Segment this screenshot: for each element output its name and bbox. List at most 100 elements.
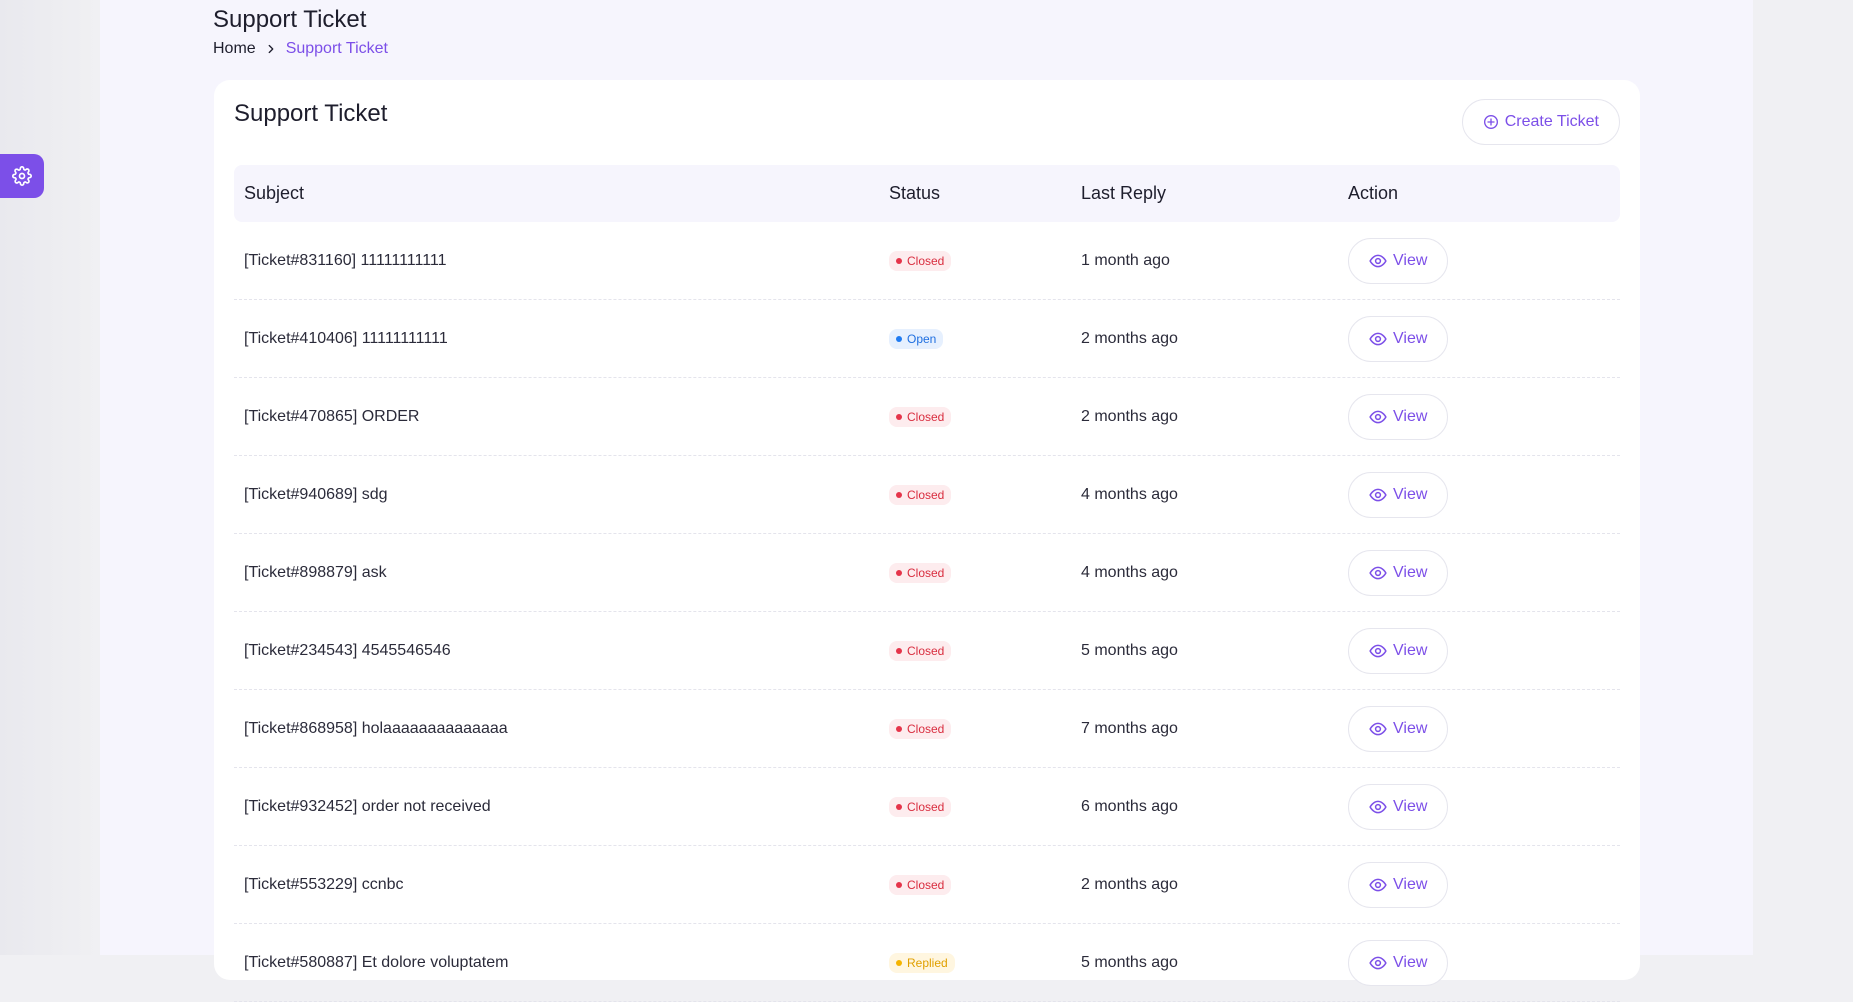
eye-icon: [1369, 798, 1387, 816]
card-title: Support Ticket: [234, 100, 388, 127]
ticket-subject: [Ticket#932452] order not received: [244, 797, 491, 815]
column-header-subject: Subject: [244, 183, 305, 203]
view-label: View: [1393, 407, 1428, 425]
last-reply: 5 months ago: [1081, 641, 1178, 659]
view-ticket-button[interactable]: View: [1348, 627, 1449, 674]
view-label: View: [1393, 953, 1428, 971]
status-cell: Closed: [889, 718, 1081, 739]
ticket-subject: [Ticket#470865] ORDER: [244, 407, 420, 425]
status-dot: [896, 335, 902, 342]
status-dot: [896, 959, 902, 966]
action-cell: View: [1348, 627, 1620, 674]
status-label: Replied: [907, 955, 948, 970]
view-ticket-button[interactable]: View: [1348, 471, 1449, 518]
view-ticket-button[interactable]: View: [1348, 393, 1449, 440]
status-cell: Closed: [889, 796, 1081, 817]
view-ticket-button[interactable]: View: [1348, 783, 1449, 830]
eye-icon: [1369, 876, 1387, 894]
last-reply: 7 months ago: [1081, 719, 1178, 737]
action-cell: View: [1348, 393, 1620, 440]
column-header-status: Status: [889, 183, 941, 203]
table-row: [Ticket#470865] ORDER Closed 2 months ago V…: [234, 378, 1620, 456]
table-row: [Ticket#868958] holaaaaaaaaaaaaaa Closed 7…: [234, 690, 1620, 768]
view-label: View: [1393, 329, 1428, 347]
eye-icon: [1369, 720, 1387, 738]
status-cell: Closed: [889, 640, 1081, 661]
ticket-subject: [Ticket#940689] sdg: [244, 485, 388, 503]
last-reply: 1 month ago: [1081, 251, 1170, 269]
view-label: View: [1393, 485, 1428, 503]
eye-icon: [1369, 330, 1387, 348]
status-label: Open: [907, 331, 937, 346]
action-cell: View: [1348, 783, 1620, 830]
status-badge: Closed: [889, 874, 952, 895]
status-dot: [896, 569, 902, 576]
status-badge: Closed: [889, 796, 952, 817]
view-ticket-button[interactable]: View: [1348, 861, 1449, 908]
table-row: [Ticket#580887] Et dolore voluptatem Repl…: [234, 924, 1620, 1002]
action-cell: View: [1348, 549, 1620, 596]
view-ticket-button[interactable]: View: [1348, 315, 1449, 362]
action-cell: View: [1348, 939, 1620, 986]
table-row: [Ticket#898879] ask Closed 4 months ago Vie…: [234, 534, 1620, 612]
last-reply: 5 months ago: [1081, 953, 1178, 971]
breadcrumb: Home Support Ticket: [213, 40, 388, 58]
status-badge: Closed: [889, 250, 952, 271]
status-badge: Closed: [889, 718, 952, 739]
status-cell: Closed: [889, 250, 1081, 271]
status-label: Closed: [907, 643, 945, 658]
chevron-right-icon: [264, 42, 278, 56]
eye-icon: [1369, 642, 1387, 660]
status-dot: [896, 881, 902, 888]
status-cell: Replied: [889, 952, 1081, 973]
view-ticket-button[interactable]: View: [1348, 549, 1449, 596]
support-ticket-card: Support Ticket Create Ticket Subject Sta…: [214, 80, 1640, 1002]
page-title: Support Ticket: [213, 6, 367, 33]
status-label: Closed: [907, 253, 945, 268]
status-cell: Closed: [889, 874, 1081, 895]
eye-icon: [1369, 564, 1387, 582]
status-label: Closed: [907, 721, 945, 736]
left-background: [0, 0, 100, 955]
breadcrumb-home-link[interactable]: Home: [213, 40, 256, 58]
table-row: [Ticket#553229] ccnbc Closed 2 months ago V…: [234, 846, 1620, 924]
status-label: Closed: [907, 409, 945, 424]
table-row: [Ticket#234543] 4545546546 Closed 5 months…: [234, 612, 1620, 690]
ticket-subject: [Ticket#898879] ask: [244, 563, 387, 581]
column-header-last-reply: Last Reply: [1081, 183, 1167, 203]
action-cell: View: [1348, 471, 1620, 518]
view-ticket-button[interactable]: View: [1348, 939, 1449, 986]
last-reply: 6 months ago: [1081, 797, 1178, 815]
ticket-subject: [Ticket#234543] 4545546546: [244, 641, 451, 659]
ticket-subject: [Ticket#410406] 11111111111: [244, 329, 448, 347]
ticket-subject: [Ticket#553229] ccnbc: [244, 875, 404, 893]
status-dot: [896, 725, 902, 732]
plus-circle-icon: [1483, 115, 1498, 129]
status-dot: [896, 413, 902, 420]
view-ticket-button[interactable]: View: [1348, 237, 1449, 284]
eye-icon: [1369, 954, 1387, 972]
eye-icon: [1369, 408, 1387, 426]
view-label: View: [1393, 251, 1428, 269]
table-row: [Ticket#410406] 11111111111 Open 2 months …: [234, 300, 1620, 378]
view-ticket-button[interactable]: View: [1348, 705, 1449, 752]
status-cell: Closed: [889, 406, 1081, 427]
view-label: View: [1393, 797, 1428, 815]
view-label: View: [1393, 719, 1428, 737]
eye-icon: [1369, 252, 1387, 270]
view-label: View: [1393, 641, 1428, 659]
action-cell: View: [1348, 237, 1620, 284]
status-badge: Replied: [889, 952, 955, 973]
ticket-subject: [Ticket#868958] holaaaaaaaaaaaaaa: [244, 719, 508, 737]
settings-button[interactable]: [0, 154, 44, 198]
status-badge: Closed: [889, 640, 952, 661]
status-label: Closed: [907, 487, 945, 502]
status-cell: Closed: [889, 562, 1081, 583]
status-label: Closed: [907, 799, 945, 814]
last-reply: 4 months ago: [1081, 563, 1178, 581]
status-cell: Closed: [889, 484, 1081, 505]
table-row: [Ticket#831160] 11111111111 Closed 1 month…: [234, 222, 1620, 300]
create-ticket-button[interactable]: Create Ticket: [1461, 99, 1620, 145]
status-dot: [896, 257, 902, 264]
view-label: View: [1393, 563, 1428, 581]
